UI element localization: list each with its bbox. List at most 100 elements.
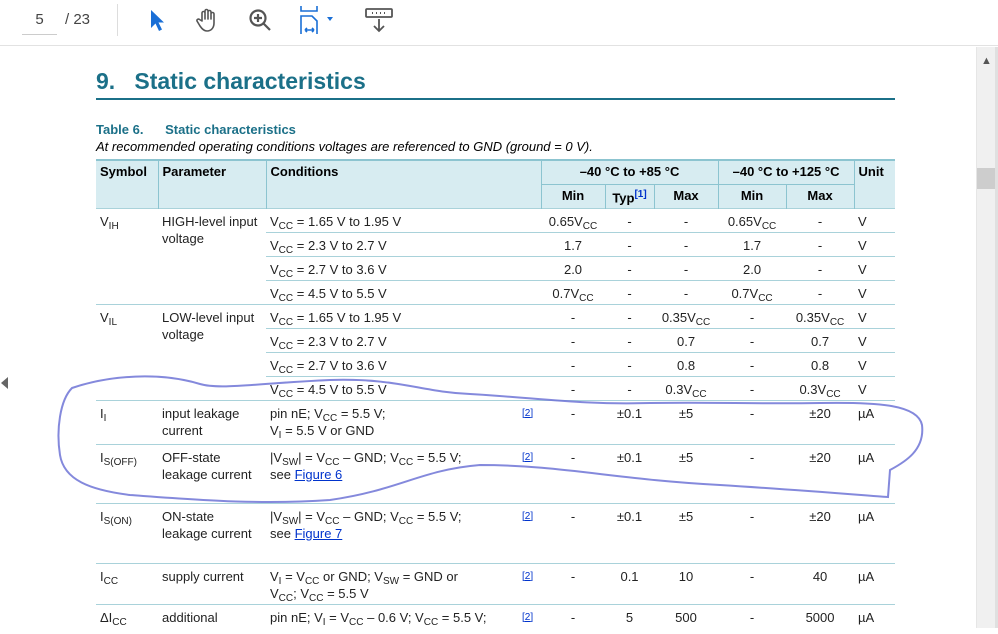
scrollbar-thumb[interactable] [977, 168, 995, 189]
footnote-cell: [2] [518, 562, 542, 605]
text-segment: = V [281, 568, 305, 584]
subscript: CC [349, 616, 364, 628]
cell-text: 10 [678, 568, 694, 584]
collapse-panel-arrow-icon[interactable] [1, 377, 8, 389]
header-min-125: Min [717, 183, 787, 209]
zoom-in-icon[interactable] [245, 6, 275, 34]
value-cell: 0.8 [786, 351, 855, 377]
cell-text: 1.7 [743, 237, 762, 253]
value-cell: - [605, 207, 655, 233]
subscript: SW [382, 575, 400, 587]
text-segment: V [270, 422, 279, 438]
text-segment: pin nE; V [270, 609, 323, 625]
unit-cell: V [854, 255, 896, 281]
footnote-link-2[interactable]: [2] [522, 612, 533, 623]
value-cell: 2.0 [541, 255, 606, 281]
value-cell: - [718, 399, 787, 445]
heading-rule [96, 98, 895, 100]
typ-label: Typ [612, 189, 635, 205]
header-symbol: Symbol [96, 158, 158, 209]
value-cell: 0.8 [654, 351, 719, 377]
cell-text: - [817, 285, 823, 301]
text-segment: V [270, 381, 279, 397]
conditions-cell: VCC = 2.7 V to 3.6 V [266, 255, 518, 281]
text-segment: 0.35V [661, 309, 696, 325]
value-cell: - [541, 327, 606, 353]
subscript: IL [108, 316, 118, 328]
cell-text: ±0.1 [616, 508, 643, 524]
unit-cell: µA [854, 603, 896, 634]
text-segment: ; V [293, 585, 310, 601]
subscript: CC [278, 220, 294, 232]
scroll-up-icon[interactable]: ▲ [981, 55, 992, 67]
value-cell: - [541, 351, 606, 377]
footnote-link-2[interactable]: [2] [522, 571, 533, 582]
text-segment: or GND; V [319, 568, 383, 584]
text-segment: = 5.5 V; [337, 405, 386, 421]
subscript: I [103, 412, 107, 424]
conditions-cell: |VSW| = VCC – GND; VCC = 5.5 V; see Figur… [266, 502, 518, 564]
symbol-cell: VIL [96, 303, 158, 401]
hand-icon[interactable] [193, 6, 223, 34]
conditions-cell: VCC = 4.5 V to 5.5 V [266, 375, 518, 401]
value-cell: ±0.1 [605, 399, 655, 445]
footnote-cell [518, 351, 542, 377]
value-cell: - [786, 279, 855, 305]
value-cell: 0.7VCC [718, 279, 787, 305]
fit-page-icon[interactable] [297, 6, 341, 34]
cell-text: 2.0 [743, 261, 762, 277]
value-cell: ±0.1 [605, 443, 655, 504]
value-cell: - [605, 351, 655, 377]
value-cell: - [718, 443, 787, 504]
value-cell: 1.7 [718, 231, 787, 257]
text-segment: V [270, 568, 279, 584]
value-cell: - [541, 562, 606, 605]
value-cell: 500 [654, 603, 719, 634]
vertical-scrollbar[interactable]: ▲ [976, 47, 995, 628]
subscript: S(OFF) [103, 456, 137, 468]
subscript: CC [582, 220, 598, 232]
unit-cell: µA [854, 562, 896, 605]
text-segment: | = V [298, 508, 326, 524]
select-cursor-icon[interactable] [142, 6, 172, 34]
cell-text: 0.1 [620, 568, 639, 584]
footnote-link-2[interactable]: [2] [522, 511, 533, 522]
subscript: CC [278, 268, 294, 280]
unit-cell: V [854, 207, 896, 233]
cell-text: - [749, 449, 755, 465]
value-cell: - [718, 351, 787, 377]
cell-text: - [749, 309, 755, 325]
header-typ: Typ[1] [604, 183, 655, 209]
subscript: CC [278, 340, 294, 352]
cell-text: 2.0 [563, 261, 583, 277]
text-segment: |V [270, 508, 283, 524]
subscript: S(ON) [103, 515, 132, 527]
footnote-link-1[interactable]: [1] [634, 189, 646, 200]
value-cell: - [654, 255, 719, 281]
table-row: IS(OFF) OFF-state leakage current |VSW| = … [96, 443, 896, 504]
value-cell: - [786, 231, 855, 257]
value-cell: 0.1 [605, 562, 655, 605]
page-number-input[interactable]: 5 [22, 8, 57, 35]
value-cell: ±20 [786, 399, 855, 445]
text-segment: 0.3V [799, 381, 827, 397]
table-row: ΔICC additional pin nE; VI = VCC – 0.6 V; … [96, 603, 896, 634]
value-cell: 5 [605, 603, 655, 634]
cell-text: - [683, 261, 689, 277]
footnote-link-2[interactable]: [2] [522, 452, 533, 463]
value-cell: ±5 [654, 502, 719, 564]
conditions-cell: pin nE; VI = VCC – 0.6 V; VCC = 5.5 V; [266, 603, 518, 634]
figure-link[interactable]: Figure 6 [295, 467, 343, 482]
cell-text: - [817, 261, 823, 277]
figure-link[interactable]: Figure 7 [295, 526, 343, 541]
value-cell: 2.0 [718, 255, 787, 281]
footnote-link-2[interactable]: [2] [522, 408, 533, 419]
left-gutter [0, 47, 22, 628]
text-segment: ΔI [100, 609, 113, 625]
download-icon[interactable] [364, 6, 394, 34]
conditions-cell: VCC = 4.5 V to 5.5 V [266, 279, 518, 305]
value-cell: - [786, 207, 855, 233]
cell-text: ±5 [678, 405, 694, 421]
symbol-cell: ΔICC [96, 603, 158, 634]
text-segment: |V [270, 449, 283, 465]
